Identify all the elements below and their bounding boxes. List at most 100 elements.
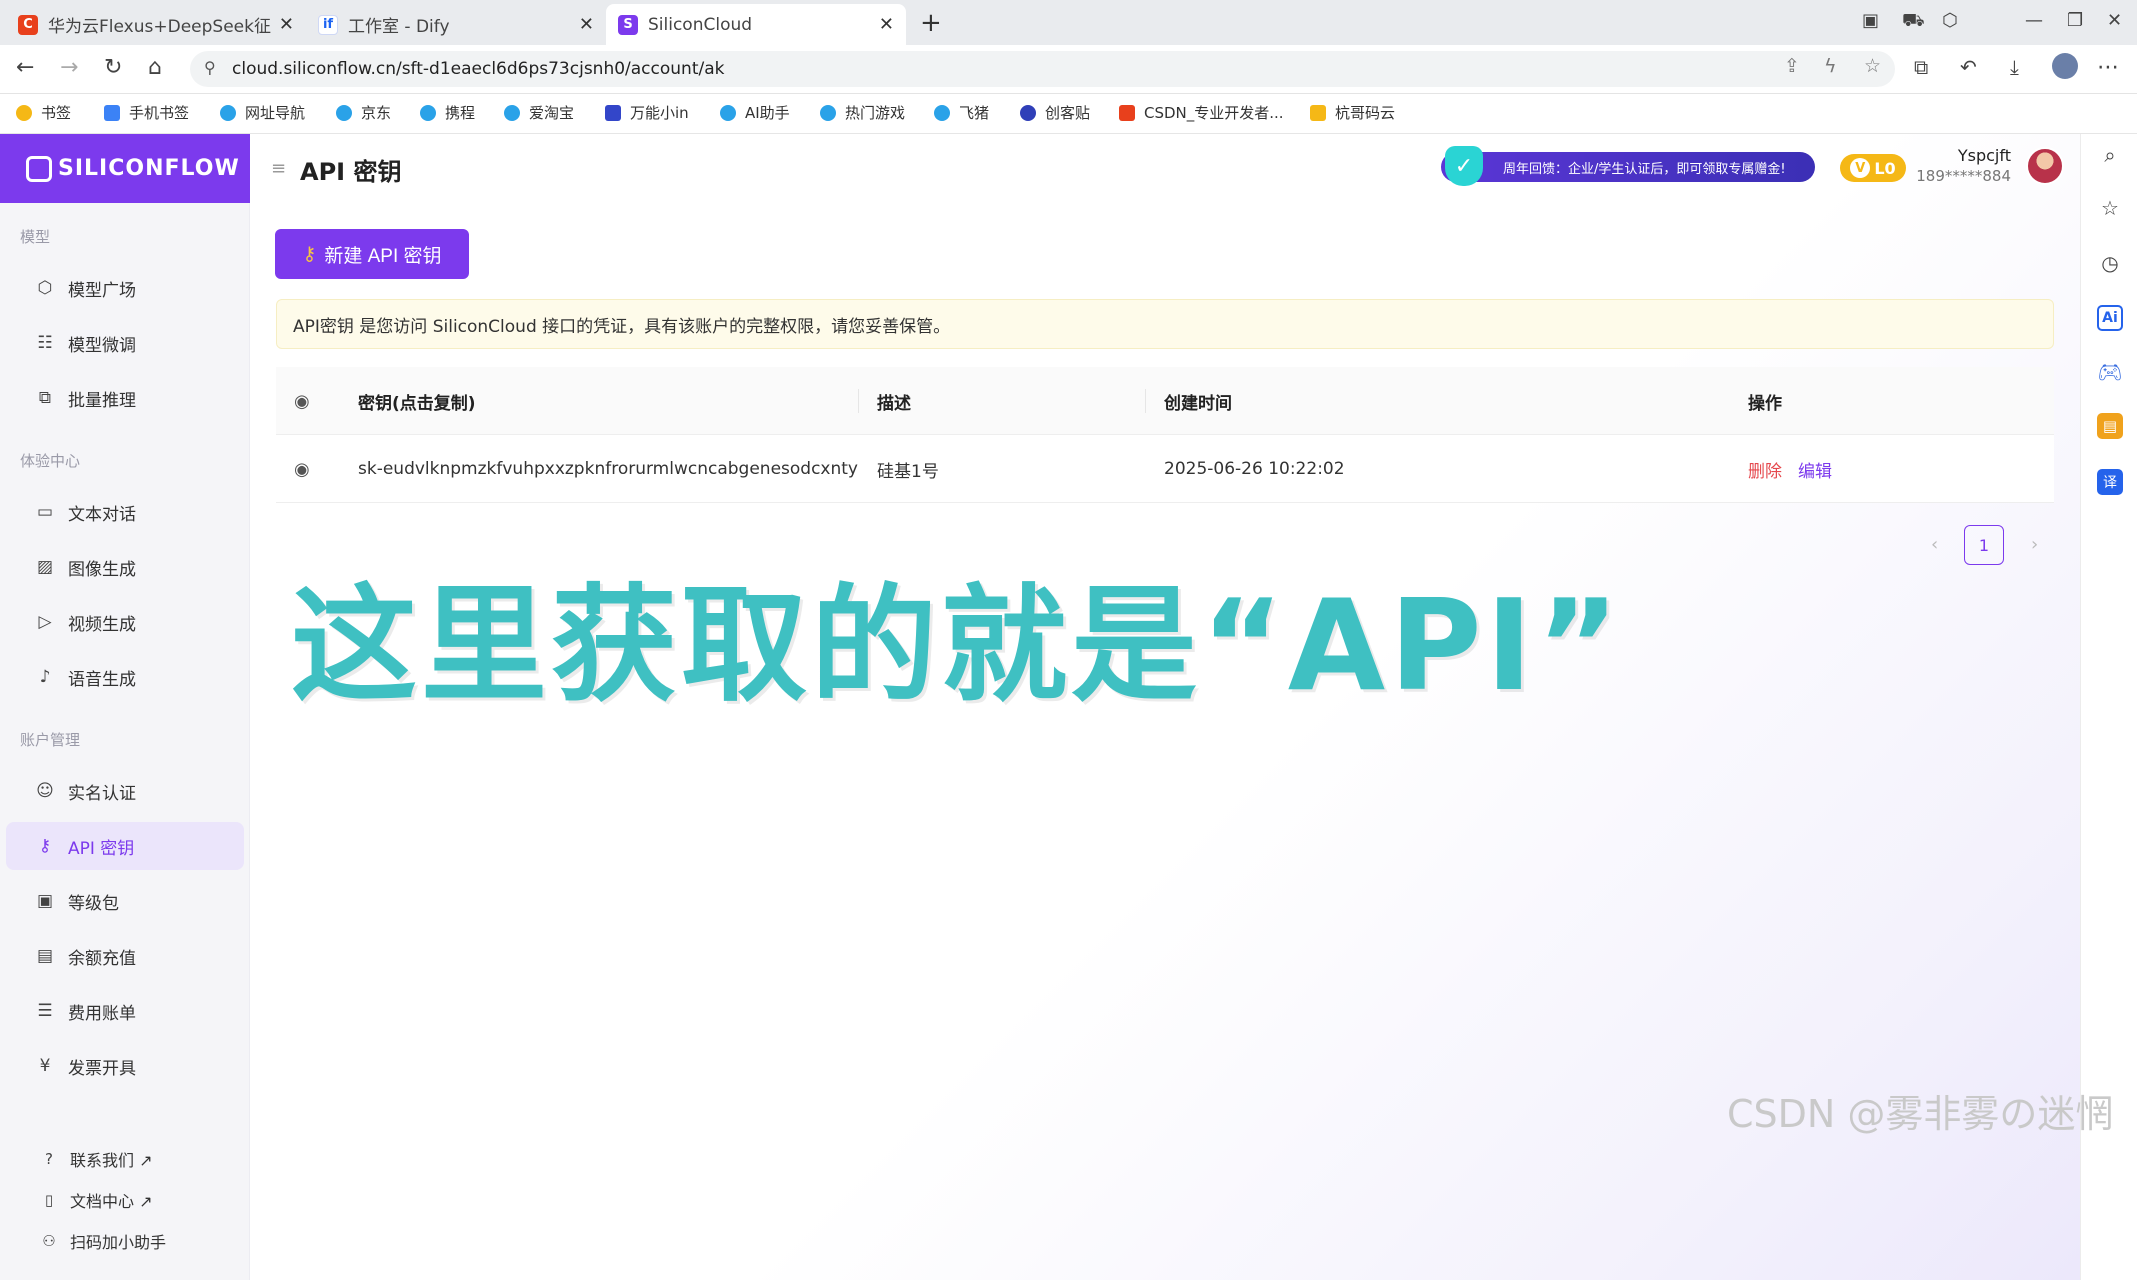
sidebar-link-contact[interactable]: ? 联系我们 ↗ xyxy=(6,1140,244,1178)
page-title: API 密钥 xyxy=(300,158,402,186)
bookmark-item[interactable]: 杭哥码云 xyxy=(1310,102,1395,123)
car-icon[interactable]: ⛟ xyxy=(1902,10,1925,34)
translate-icon[interactable]: 译 xyxy=(2097,469,2123,495)
dify-favicon-icon: if xyxy=(318,14,338,35)
more-icon[interactable]: ⋯ xyxy=(2097,55,2119,80)
tab-panel-icon[interactable]: ▣ xyxy=(1862,10,1879,31)
card-icon: ▤ xyxy=(36,946,54,966)
sidebar-item-verification[interactable]: ☺ 实名认证 xyxy=(6,767,244,815)
level-badge[interactable]: V L0 xyxy=(1840,154,1906,182)
browser-tab[interactable]: C 华为云Flexus+DeepSeek征文 | 基 ✕ xyxy=(6,4,306,45)
undo-icon[interactable]: ↶ xyxy=(1960,55,1977,79)
sliders-icon: ☷ xyxy=(37,333,53,353)
key-icon: ⚷ xyxy=(38,836,52,856)
briefcase-icon[interactable]: ▤ xyxy=(2097,413,2123,439)
extension-icon[interactable]: ⬡ xyxy=(1942,10,1958,31)
bookmark-item[interactable]: 热门游戏 xyxy=(820,102,905,123)
bookmark-item[interactable]: 书签 xyxy=(16,102,71,123)
eye-icon[interactable]: ◉ xyxy=(294,367,310,435)
minimize-icon[interactable]: — xyxy=(2025,10,2043,31)
siliconflow-logo[interactable]: SILICONFLOW xyxy=(0,134,250,203)
bookmark-item[interactable]: 创客贴 xyxy=(1020,102,1090,123)
new-tab-icon[interactable]: + xyxy=(920,8,942,38)
forward-icon[interactable]: → xyxy=(60,55,78,80)
logo-icon xyxy=(26,155,52,182)
close-icon[interactable]: ✕ xyxy=(579,14,594,35)
extensions-icon[interactable]: ⧉ xyxy=(1914,55,1928,79)
history-icon[interactable]: ◷ xyxy=(2097,250,2123,276)
share-icon[interactable]: ⇪ xyxy=(1784,55,1800,77)
avatar[interactable] xyxy=(2026,147,2064,185)
bookmark-item[interactable]: 飞猪 xyxy=(934,102,989,123)
browser-e-icon xyxy=(720,104,736,121)
restore-icon[interactable]: ❐ xyxy=(2067,10,2083,31)
folder-icon xyxy=(1310,104,1326,121)
bookmarks-bar: 书签 手机书签 网址导航 京东 携程 爱淘宝 万能小in AI助手 热门游戏 飞… xyxy=(0,94,2137,134)
reload-icon[interactable]: ↻ xyxy=(104,55,122,80)
csdn-favicon-icon: C xyxy=(18,14,38,35)
address-bar-row: ← → ↻ ⌂ ⚲ cloud.siliconflow.cn/sft-d1eae… xyxy=(0,45,2137,94)
bookmark-item[interactable]: 爱淘宝 xyxy=(504,102,574,123)
lightning-icon[interactable]: ϟ xyxy=(1824,55,1837,77)
browser-tab-active[interactable]: S SiliconCloud ✕ xyxy=(606,4,906,45)
browser-tab-bar: C 华为云Flexus+DeepSeek征文 | 基 ✕ if 工作室 - Di… xyxy=(0,0,2137,45)
sidebar-item-image-gen[interactable]: ▨ 图像生成 xyxy=(6,543,244,591)
sidebar-item-voice-gen[interactable]: ♪ 语音生成 xyxy=(6,653,244,701)
close-icon[interactable]: ✕ xyxy=(879,14,894,35)
browser-tab[interactable]: if 工作室 - Dify ✕ xyxy=(306,4,606,45)
favorite-icon[interactable]: ☆ xyxy=(2097,195,2123,221)
menu-collapse-icon[interactable]: ≡ xyxy=(271,158,286,179)
sidebar-item-recharge[interactable]: ▤ 余额充值 xyxy=(6,932,244,980)
bookmark-item[interactable]: 网址导航 xyxy=(220,102,305,123)
sidebar-item-batch[interactable]: ⧉ 批量推理 xyxy=(6,374,244,422)
sidebar: SILICONFLOW 模型 ⬡ 模型广场 ☷ 模型微调 ⧉ 批量推理 体验中心 ▭ 文… xyxy=(0,134,250,1280)
new-api-key-button[interactable]: ⚷ 新建 API 密钥 xyxy=(275,229,469,279)
table-row: ◉ sk-eudvlknpmzkfvuhpxxzpknfrorurmlwcnca… xyxy=(276,435,2054,503)
download-icon[interactable]: ⤓ xyxy=(2010,55,2019,79)
sidebar-item-text-chat[interactable]: ▭ 文本对话 xyxy=(6,488,244,536)
key-description: 硅基1号 xyxy=(877,461,939,482)
api-key-value[interactable]: sk-eudvlknpmzkfvuhpxxzpknfrorurmlwcncabg… xyxy=(358,435,858,503)
search-icon[interactable]: ⌕ xyxy=(2097,142,2123,168)
url-text: cloud.siliconflow.cn/sft-d1eaecl6d6ps73c… xyxy=(232,59,725,79)
sidebar-item-billing[interactable]: ☰ 费用账单 xyxy=(6,987,244,1035)
bookmark-item[interactable]: 京东 xyxy=(336,102,391,123)
vip-icon: V xyxy=(1850,158,1871,178)
url-field[interactable]: ⚲ cloud.siliconflow.cn/sft-d1eaecl6d6ps7… xyxy=(190,51,1895,87)
bookmark-item[interactable]: 万能小in xyxy=(605,102,689,123)
phone-icon xyxy=(104,104,120,121)
bookmark-item[interactable]: 手机书签 xyxy=(104,102,189,123)
browser-e-icon xyxy=(336,104,352,121)
bookmark-item[interactable]: CSDN_专业开发者... xyxy=(1119,102,1284,123)
profile-avatar-icon[interactable] xyxy=(2052,53,2078,79)
sidebar-item-invoice[interactable]: ¥ 发票开具 xyxy=(6,1042,244,1090)
sidebar-link-assistant[interactable]: ⚇ 扫码加小助手 xyxy=(6,1222,244,1260)
home-icon[interactable]: ⌂ xyxy=(148,55,162,80)
page-next-icon[interactable]: › xyxy=(2031,534,2038,555)
promo-banner[interactable]: ✓ 周年回馈：企业/学生认证后，即可领取专属赠金! xyxy=(1441,146,1815,186)
table-header: ◉ 密钥(点击复制) 描述 创建时间 操作 xyxy=(276,367,2054,435)
bookmark-item[interactable]: AI助手 xyxy=(720,102,790,123)
sidebar-item-fine-tune[interactable]: ☷ 模型微调 xyxy=(6,319,244,367)
sidebar-item-model-square[interactable]: ⬡ 模型广场 xyxy=(6,264,244,312)
page-number[interactable]: 1 xyxy=(1964,525,2004,565)
ai-icon[interactable]: Ai xyxy=(2097,305,2123,331)
sidebar-item-video-gen[interactable]: ▷ 视频生成 xyxy=(6,598,244,646)
edit-link[interactable]: 编辑 xyxy=(1798,435,1832,503)
page-prev-icon[interactable]: ‹ xyxy=(1931,534,1938,555)
sidebar-item-api-keys[interactable]: ⚷ API 密钥 xyxy=(6,822,244,870)
watermark: CSDN @雾非雾の迷惘 xyxy=(1727,1092,2114,1136)
window-close-icon[interactable]: ✕ xyxy=(2107,10,2122,31)
back-icon[interactable]: ← xyxy=(16,55,34,80)
column-header-desc: 描述 xyxy=(877,393,911,414)
sidebar-item-level-pack[interactable]: ▣ 等级包 xyxy=(6,877,244,925)
video-icon: ▷ xyxy=(38,612,52,632)
site-info-icon[interactable]: ⚲ xyxy=(204,58,216,77)
sidebar-link-docs[interactable]: ▯ 文档中心 ↗ xyxy=(6,1181,244,1219)
delete-link[interactable]: 删除 xyxy=(1748,435,1782,503)
close-icon[interactable]: ✕ xyxy=(279,14,294,35)
gamepad-icon[interactable]: 🎮︎ xyxy=(2097,359,2123,385)
star-icon[interactable]: ☆ xyxy=(1864,55,1881,77)
eye-icon[interactable]: ◉ xyxy=(294,435,310,503)
bookmark-item[interactable]: 携程 xyxy=(420,102,475,123)
